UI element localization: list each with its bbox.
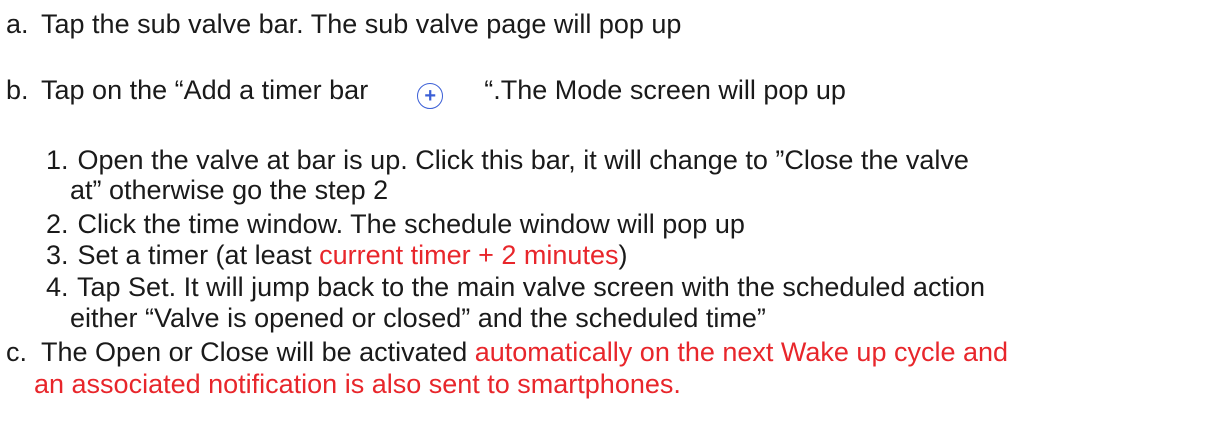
- step-a: a. Tap the sub valve bar. The sub valve …: [6, 8, 681, 40]
- step-a-label: a.: [6, 9, 29, 39]
- substep-3-highlight: current timer + 2 minutes: [319, 240, 619, 270]
- substep-1-line1: Open the valve at bar is up. Click this …: [77, 145, 969, 175]
- step-a-text: Tap the sub valve bar. The sub valve pag…: [41, 9, 682, 39]
- substep-1-num: 1.: [46, 145, 69, 175]
- substep-1: 1. Open the valve at bar is up. Click th…: [46, 144, 969, 176]
- substep-1-line2: at” otherwise go the step 2: [70, 175, 389, 205]
- substep-2-num: 2.: [46, 209, 69, 239]
- substep-4-line1: Tap Set. It will jump back to the main v…: [77, 272, 985, 302]
- substep-4-num: 4.: [46, 272, 69, 302]
- step-c-highlight1: automatically on the next Wake up cycle …: [474, 337, 1009, 367]
- step-c-label: c.: [6, 337, 28, 367]
- step-b: b. Tap on the “Add a timer bar + “.The M…: [6, 74, 846, 109]
- step-c-cont: an associated notification is also sent …: [34, 368, 681, 400]
- substep-2: 2. Click the time window. The schedule w…: [46, 208, 745, 240]
- substep-3-num: 3.: [46, 240, 69, 270]
- step-c-highlight2: an associated notification is also sent …: [34, 369, 681, 399]
- substep-3-text-after: ): [618, 240, 628, 270]
- step-b-text-after: “.The Mode screen will pop up: [484, 75, 846, 105]
- substep-4-cont: either “Valve is opened or closed” and t…: [70, 302, 766, 334]
- plus-circle-icon: +: [417, 83, 444, 109]
- step-b-label: b.: [6, 75, 29, 105]
- substep-3-text-before: Set a timer (at least: [77, 240, 320, 270]
- step-c: c. The Open or Close will be activated a…: [6, 336, 1008, 368]
- substep-2-line1: Click the time window. The schedule wind…: [77, 209, 745, 239]
- step-b-text-before: Tap on the “Add a timer bar: [41, 75, 369, 105]
- substep-1-cont: at” otherwise go the step 2: [70, 174, 388, 206]
- substep-4-line2: either “Valve is opened or closed” and t…: [70, 303, 766, 333]
- step-c-text-before: The Open or Close will be activated: [41, 337, 475, 367]
- substep-4: 4. Tap Set. It will jump back to the mai…: [46, 271, 985, 303]
- substep-3: 3. Set a timer (at least current timer +…: [46, 239, 627, 271]
